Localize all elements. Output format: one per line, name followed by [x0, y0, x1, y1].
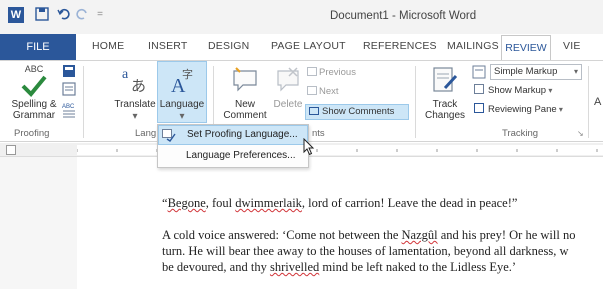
- translate-caret-icon: ▾: [132, 111, 138, 122]
- show-markup-label: Show Markup: [488, 85, 547, 96]
- set-proofing-language-label: Set Proofing Language...: [187, 129, 298, 140]
- menu-item-set-proofing-language[interactable]: Set Proofing Language...: [158, 125, 308, 145]
- group-separator: [83, 66, 84, 138]
- new-comment-icon: [233, 67, 257, 92]
- doc-text: be devoured, and thy: [162, 260, 270, 274]
- language-button[interactable]: A 字 Language ▾: [157, 61, 207, 123]
- tab-selector[interactable]: [6, 145, 16, 155]
- track-changes-icon: [433, 67, 458, 92]
- tab-view[interactable]: VIE: [563, 40, 581, 52]
- previous-label: Previous: [319, 67, 356, 78]
- misspelled-word[interactable]: Nazgûl: [402, 228, 438, 242]
- tracking-dialog-launcher-icon[interactable]: ↘: [577, 129, 584, 138]
- show-markup-button[interactable]: Show Markup ▾: [474, 84, 552, 96]
- spelling-grammar-button[interactable]: ABC Spelling & Grammar: [6, 64, 62, 121]
- proofing-group-label: Proofing: [14, 128, 50, 139]
- previous-comment-button[interactable]: Previous: [307, 67, 356, 78]
- tab-home[interactable]: HOME: [92, 40, 124, 52]
- tab-insert[interactable]: INSERT: [148, 40, 188, 52]
- language-label: Language: [159, 99, 205, 110]
- tab-references[interactable]: REFERENCES: [363, 40, 437, 52]
- next-group-partial-label: A: [594, 96, 602, 108]
- markup-dropdown[interactable]: Simple Markup ▾: [490, 64, 582, 80]
- misspelled-word[interactable]: Begone: [168, 196, 206, 210]
- doc-paragraph-2-line-3[interactable]: be devoured, and thy shrivelled mind be …: [162, 260, 516, 275]
- group-separator: [588, 66, 589, 138]
- display-for-review-icon: [472, 65, 486, 84]
- svg-text:あ: あ: [131, 77, 146, 94]
- spelling-label-2: Grammar: [12, 110, 56, 121]
- thesaurus-icon[interactable]: [62, 82, 76, 101]
- tab-review[interactable]: REVIEW: [501, 35, 551, 61]
- doc-text: A cold voice answered: ‘Come not between…: [162, 228, 402, 242]
- group-separator: [415, 66, 416, 138]
- misspelled-word[interactable]: shrivelled: [270, 260, 319, 274]
- spelling-label-1: Spelling &: [11, 99, 57, 110]
- markup-dropdown-value: Simple Markup: [494, 66, 558, 77]
- doc-text: , lord of carrion! Leave the dead in pea…: [301, 196, 518, 210]
- save-icon[interactable]: [34, 7, 50, 23]
- svg-text:字: 字: [182, 67, 193, 81]
- show-comments-label: Show Comments: [322, 106, 395, 117]
- tab-mailings[interactable]: MAILINGS: [447, 40, 499, 52]
- language-icon: A 字: [171, 67, 193, 96]
- new-comment-label-2: Comment: [223, 110, 267, 121]
- next-comment-icon: [307, 86, 317, 95]
- spelling-checkmark-icon: [21, 75, 47, 97]
- show-comments-icon: [309, 107, 319, 115]
- doc-paragraph-2-line-2[interactable]: turn. He will bear thee away to the hous…: [162, 244, 568, 259]
- svg-text:ABC: ABC: [62, 104, 75, 110]
- reviewing-pane-label: Reviewing Pane: [488, 104, 557, 115]
- tab-page-layout[interactable]: PAGE LAYOUT: [271, 40, 346, 52]
- doc-paragraph-1[interactable]: “Begone, foul dwimmerlaik, lord of carri…: [162, 196, 517, 211]
- translate-icon: a あ: [122, 67, 146, 94]
- track-changes-label-2: Changes: [424, 110, 466, 121]
- delete-label: Delete: [273, 99, 303, 110]
- next-comment-button[interactable]: Next: [307, 86, 339, 97]
- doc-text: , foul: [205, 196, 236, 210]
- next-label: Next: [319, 86, 339, 97]
- show-markup-caret-icon: ▾: [546, 86, 553, 95]
- proofing-language-icon: [162, 129, 176, 142]
- window-title: Document1 - Microsoft Word: [330, 10, 477, 22]
- show-markup-icon: [474, 84, 484, 94]
- delete-comment-icon: [277, 67, 299, 92]
- tab-design[interactable]: DESIGN: [208, 40, 249, 52]
- word-app-icon[interactable]: W: [8, 7, 24, 23]
- previous-comment-icon: [307, 67, 317, 76]
- menu-item-language-preferences[interactable]: Language Preferences...: [158, 146, 308, 166]
- spelling-abc-text: ABC: [24, 64, 44, 74]
- doc-text: turn. He will bear thee away to the hous…: [162, 244, 569, 258]
- title-bar: [0, 0, 603, 34]
- doc-text: mind be left naked to the Lidless Eye.’: [319, 260, 517, 274]
- ruler-ticks: [77, 149, 598, 152]
- doc-paragraph-2-line-1[interactable]: A cold voice answered: ‘Come not between…: [162, 228, 575, 243]
- language-preferences-label: Language Preferences...: [186, 150, 296, 161]
- reviewing-pane-button[interactable]: Reviewing Pane ▾: [474, 103, 563, 115]
- misspelled-word[interactable]: dwimmerlaik: [235, 196, 302, 210]
- language-group-label: Lang: [135, 128, 157, 139]
- language-caret-icon: ▾: [179, 111, 185, 122]
- redo-icon[interactable]: [74, 7, 90, 23]
- translate-label: Translate: [114, 99, 156, 110]
- new-comment-label-1: New: [234, 99, 255, 110]
- track-changes-label-1: Track: [432, 99, 458, 110]
- tab-file[interactable]: FILE: [0, 34, 76, 60]
- reviewing-pane-caret-icon: ▾: [556, 105, 563, 114]
- customize-quick-access-icon[interactable]: =: [92, 7, 108, 23]
- svg-text:a: a: [122, 67, 129, 82]
- dropdown-arrow-icon: ▾: [573, 67, 578, 76]
- undo-icon[interactable]: [56, 7, 72, 23]
- reviewing-pane-icon: [474, 103, 484, 113]
- word-count-icon[interactable]: ABC: [62, 102, 76, 120]
- research-icon[interactable]: [62, 64, 76, 83]
- show-comments-button[interactable]: Show Comments: [305, 104, 409, 120]
- tracking-group-label: Tracking: [502, 128, 539, 139]
- doc-text: and his prey! Or he will no: [437, 228, 576, 242]
- mouse-cursor-icon: [303, 138, 315, 156]
